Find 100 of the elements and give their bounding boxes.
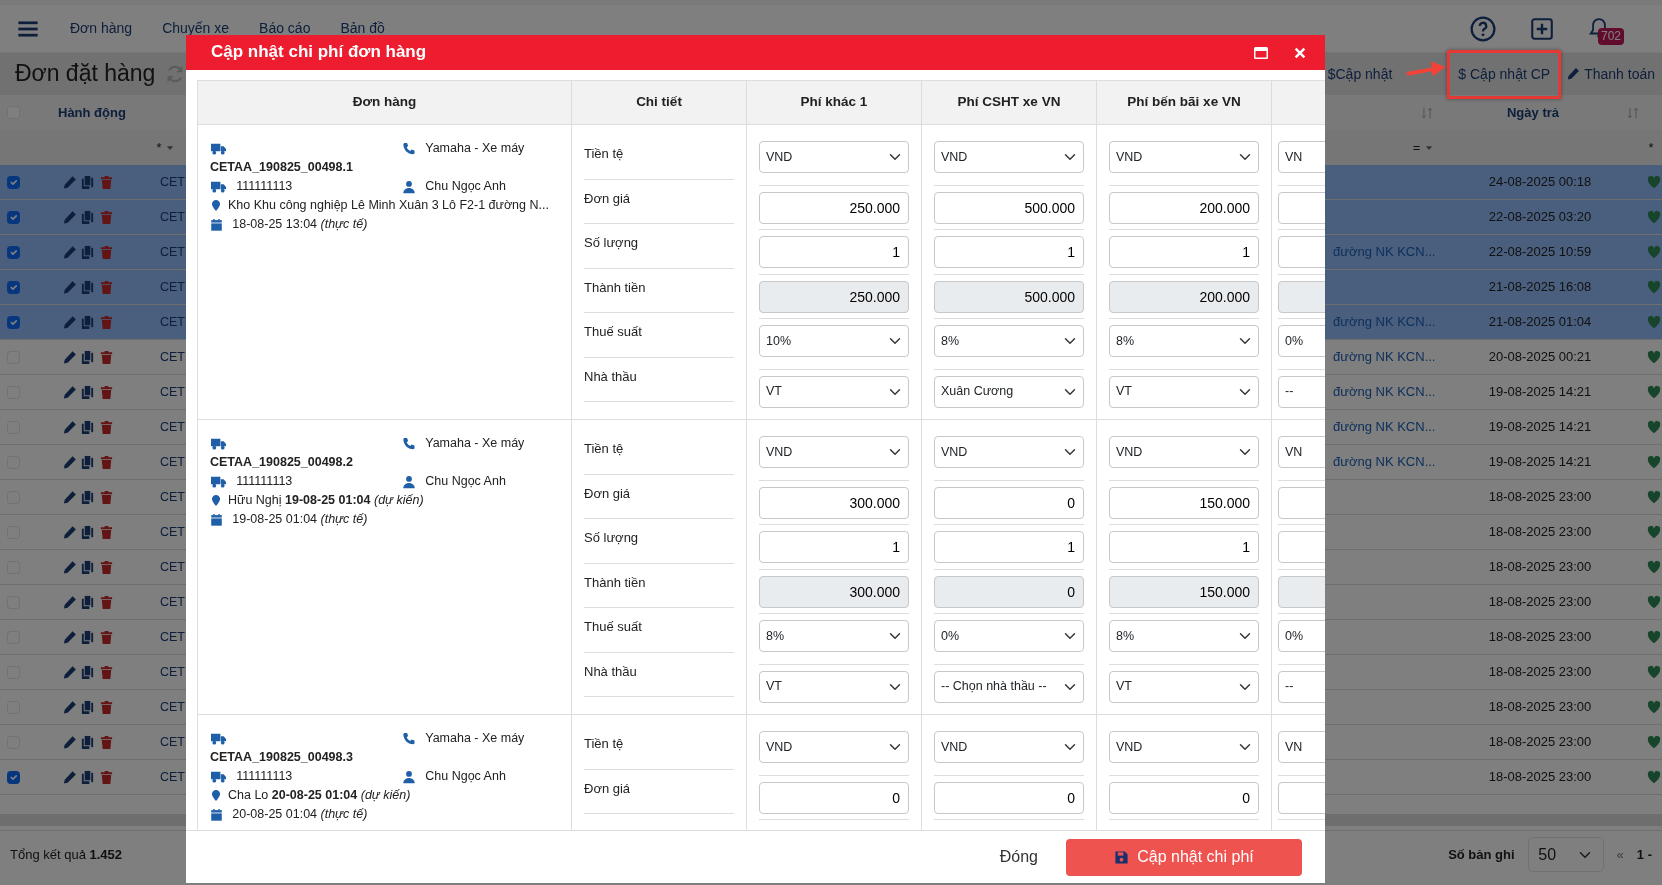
dropdown-field[interactable]: 10% xyxy=(759,325,909,357)
order-code[interactable]: CET xyxy=(150,522,185,542)
input-field[interactable]: 1 xyxy=(759,531,909,563)
dropdown-field[interactable]: VND xyxy=(1109,731,1259,763)
delete-icon[interactable] xyxy=(98,314,114,330)
order-code[interactable]: CET xyxy=(150,417,185,437)
input-field[interactable]: 200.000 xyxy=(1109,191,1259,224)
readonly-field[interactable]: 0 xyxy=(934,575,1084,608)
delete-icon[interactable] xyxy=(98,489,114,505)
input-field[interactable]: 1 xyxy=(759,236,909,268)
order-code[interactable]: CET xyxy=(150,627,185,647)
delete-icon[interactable] xyxy=(98,349,114,365)
delete-icon[interactable] xyxy=(98,209,114,225)
sort-icon[interactable] xyxy=(1626,105,1640,120)
dropdown-field[interactable]: VN xyxy=(1278,731,1325,763)
copy-icon[interactable] xyxy=(80,489,96,505)
input-field[interactable]: 150.000 xyxy=(1109,486,1259,519)
edit-icon[interactable] xyxy=(62,349,77,365)
dropdown-field[interactable]: VT xyxy=(1109,670,1259,703)
delete-icon[interactable] xyxy=(98,279,114,295)
copy-icon[interactable] xyxy=(80,454,96,470)
input-field[interactable]: 0 xyxy=(1109,781,1259,814)
dropdown-field[interactable]: 8% xyxy=(934,325,1084,357)
order-code[interactable]: CET xyxy=(150,662,185,682)
edit-icon[interactable] xyxy=(62,489,77,505)
help-icon[interactable] xyxy=(1470,15,1496,42)
order-code[interactable]: CET xyxy=(150,697,185,717)
edit-icon[interactable] xyxy=(62,174,77,190)
copy-icon[interactable] xyxy=(80,209,96,225)
delete-icon[interactable] xyxy=(98,454,114,470)
readonly-field[interactable]: 200.000 xyxy=(1109,280,1259,313)
filter-operator[interactable]: = xyxy=(1412,137,1421,158)
dropdown-field[interactable]: VND xyxy=(759,731,909,763)
input-field[interactable]: 300.000 xyxy=(759,486,909,519)
edit-icon[interactable] xyxy=(62,279,77,295)
delete-icon[interactable] xyxy=(98,699,114,715)
edit-icon[interactable] xyxy=(62,629,77,645)
dropdown-field[interactable]: VN xyxy=(1278,436,1325,468)
input-field[interactable]: 0 xyxy=(759,781,909,814)
maximize-icon[interactable] xyxy=(1253,44,1269,61)
order-code[interactable]: CET xyxy=(150,732,185,752)
edit-icon[interactable] xyxy=(62,769,77,785)
nav-link[interactable]: Bản đồ xyxy=(340,18,385,39)
copy-icon[interactable] xyxy=(80,384,96,400)
dropdown-field[interactable]: 0% xyxy=(1278,325,1325,357)
order-code[interactable]: CET xyxy=(150,452,185,472)
input-field[interactable]: 1 xyxy=(1109,531,1259,563)
dropdown-field[interactable]: 8% xyxy=(1109,620,1259,652)
copy-icon[interactable] xyxy=(80,314,96,330)
copy-icon[interactable] xyxy=(80,174,96,190)
delete-icon[interactable] xyxy=(98,524,114,540)
dropdown-field[interactable]: VT xyxy=(759,670,909,703)
delete-icon[interactable] xyxy=(98,594,114,610)
dropdown-field[interactable]: VND xyxy=(1109,436,1259,468)
readonly-field[interactable]: 250.000 xyxy=(759,280,909,313)
dropdown-field[interactable]: VT xyxy=(759,375,909,408)
order-code[interactable]: CET xyxy=(150,382,185,402)
dropdown-field[interactable]: 8% xyxy=(759,620,909,652)
filter-operator[interactable]: * xyxy=(156,137,162,158)
order-code[interactable]: CET xyxy=(150,557,185,577)
delete-icon[interactable] xyxy=(98,174,114,190)
nav-link[interactable]: Chuyến xe xyxy=(162,18,230,39)
edit-icon[interactable] xyxy=(62,384,77,400)
dropdown-field[interactable]: 8% xyxy=(1109,325,1259,357)
dropdown-field[interactable]: VND xyxy=(1109,141,1259,173)
input-field[interactable]: 1 xyxy=(934,236,1084,268)
copy-icon[interactable] xyxy=(80,734,96,750)
page-size-select[interactable]: 50 xyxy=(1527,836,1604,873)
readonly-field[interactable]: 500.000 xyxy=(934,280,1084,313)
copy-icon[interactable] xyxy=(80,769,96,785)
delete-icon[interactable] xyxy=(98,419,114,435)
add-icon[interactable] xyxy=(1530,16,1554,41)
copy-icon[interactable] xyxy=(80,349,96,365)
copy-icon[interactable] xyxy=(80,699,96,715)
dropdown-field[interactable]: VND xyxy=(934,731,1084,763)
delete-icon[interactable] xyxy=(98,244,114,260)
edit-icon[interactable] xyxy=(62,734,77,750)
dropdown-field[interactable]: -- xyxy=(1278,375,1325,408)
edit-icon[interactable] xyxy=(62,559,77,575)
edit-icon[interactable] xyxy=(62,664,77,680)
edit-icon[interactable] xyxy=(62,314,77,330)
input-field[interactable]: 1 xyxy=(934,531,1084,563)
dropdown-field[interactable]: -- Chọn nhà thầu -- xyxy=(934,670,1084,703)
dropdown-field[interactable]: 0% xyxy=(1278,620,1325,652)
input-field[interactable]: 500.000 xyxy=(934,191,1084,224)
sort-icon[interactable] xyxy=(1419,105,1434,120)
dropdown-field[interactable]: Xuân Cương xyxy=(934,375,1084,408)
copy-icon[interactable] xyxy=(80,559,96,575)
input-field[interactable]: 0 xyxy=(934,781,1084,814)
delete-icon[interactable] xyxy=(98,664,114,680)
dropdown-field[interactable]: VT xyxy=(1109,375,1259,408)
copy-icon[interactable] xyxy=(80,664,96,680)
dropdown-field[interactable]: -- xyxy=(1278,670,1325,703)
close-icon[interactable] xyxy=(1293,45,1307,60)
edit-icon[interactable] xyxy=(62,594,77,610)
order-code[interactable]: CET xyxy=(150,592,185,612)
edit-icon[interactable] xyxy=(62,454,77,470)
copy-icon[interactable] xyxy=(80,244,96,260)
readonly-field[interactable]: 300.000 xyxy=(759,575,909,608)
dropdown-field[interactable]: VND xyxy=(934,141,1084,173)
